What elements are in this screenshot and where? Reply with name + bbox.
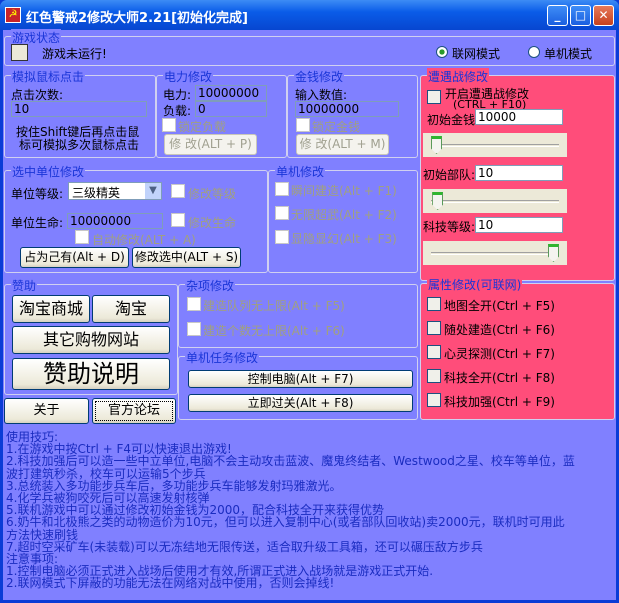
single-mod-checkbox[interactable] [275,182,289,196]
misc-checkbox[interactable] [187,322,201,336]
attribute-checkbox[interactable] [427,321,441,335]
status-text: 游戏未运行! [42,47,107,61]
group-title: 选中单位修改 [11,163,86,180]
window-title: 红色警戒2修改大师2.21[初始化完成] [26,11,249,26]
tech-level-input[interactable]: 10 [475,217,563,233]
group-title: 单机修改 [275,163,326,180]
initial-money-label: 初始金钱 [427,113,476,127]
about-button[interactable]: 关于 [4,398,89,424]
attribute-checkbox[interactable] [427,369,441,383]
enable-skirmish-checkbox[interactable] [427,90,441,104]
online-mode-radio[interactable] [436,46,448,58]
unit-hp-label: 单位生命: [11,216,64,230]
power-input[interactable]: 10000000 [195,85,267,101]
group-title: 遭遇战修改 [427,68,490,85]
single-mod-checkbox[interactable] [275,206,289,220]
taobao-button[interactable]: 淘宝 [92,295,170,323]
forum-button[interactable]: 官方论坛 [92,398,176,424]
single-mode-label: 单机模式 [544,47,593,61]
initial-units-label: 初始部队: [423,168,476,182]
title-bar[interactable]: ☭ 红色警戒2修改大师2.21[初始化完成] _ □ ✕ [0,0,619,30]
attribute-label: 随处建造(Ctrl + F6) [444,323,555,337]
tip-line: 方法快速刷钱 [6,527,79,542]
close-button[interactable]: ✕ [593,5,614,26]
group-title: 杂项修改 [185,277,236,294]
misc-label: 建造个数无上限(Alt + F6) [203,324,345,338]
group-title: 单机任务修改 [185,349,260,366]
attribute-label: 心灵探测(Ctrl + F7) [444,347,555,361]
lock-money-checkbox[interactable] [296,118,310,132]
slider-thumb[interactable] [432,192,444,210]
power-label: 电力: [163,88,192,102]
online-mode-label: 联网模式 [452,47,501,61]
auto-modify-label: 自动修改(ALT + A) [92,233,196,247]
tech-level-slider[interactable] [423,241,567,265]
lock-money-label: 锁定金钱 [312,120,361,134]
group-title: 电力修改 [163,68,214,85]
initial-money-input[interactable]: 10000 [475,109,563,125]
group-title: 模拟鼠标点击 [11,68,86,85]
unit-level-label: 单位等级: [11,187,64,201]
attribute-checkbox[interactable] [427,345,441,359]
group-title: 赞助 [11,277,38,294]
tip-line: 7.超时空采矿车(未装载)可以无冻结地无限传送，适合取升级工具箱，还可以碾压敌方… [6,539,483,554]
modify-power-button[interactable]: 修 改(ALT + P) [164,134,257,155]
sponsor-info-button[interactable]: 赞助说明 [12,358,170,390]
chevron-down-icon[interactable]: ▼ [145,183,161,199]
load-label: 负载: [163,104,192,118]
unit-level-value: 三级精英 [72,186,121,200]
group-title: 属性修改(可联网) [427,276,523,293]
modify-level-checkbox[interactable] [171,184,185,198]
modify-hp-label: 修改生命 [188,216,237,230]
lock-load-checkbox[interactable] [162,118,176,132]
modify-selected-button[interactable]: 修改选中(ALT + S) [132,247,241,268]
attribute-checkbox[interactable] [427,297,441,311]
modify-hp-checkbox[interactable] [171,213,185,227]
misc-label: 建造队列无上限(Alt + F5) [203,299,345,313]
initial-money-slider[interactable] [423,133,567,157]
attribute-label: 地图全开(Ctrl + F5) [444,299,555,313]
maximize-button[interactable]: □ [570,5,591,26]
initial-units-input[interactable]: 10 [475,165,563,181]
tip-line: 6.奶牛和北极熊之类的动物造价为10元，但可以进入复制中心(或者部队回收站)卖2… [6,515,565,530]
slider-thumb[interactable] [431,136,442,154]
tip-line: 2.科技加强后可以造一些中立单位,电脑不会主动攻击蓝波、魔鬼终结者、Westwo… [6,454,575,469]
slider-thumb[interactable] [548,244,559,262]
app-icon: ☭ [5,7,21,23]
single-mod-checkbox[interactable] [275,230,289,244]
single-mod-label: 瞬间建造(Alt + F1) [291,184,397,198]
tip-line: 2.联网模式下屏蔽的功能无法在网络对战中使用，否则会掉线! [6,576,335,591]
other-shops-button[interactable]: 其它购物网站 [12,326,170,354]
taobao-mall-button[interactable]: 淘宝商城 [12,295,90,323]
tip-line: 波打建筑秒杀，校车可以运输5个步兵 [6,466,206,481]
load-input[interactable]: 0 [195,101,267,117]
tips-text: 使用技巧: 1.在游戏中按Ctrl + F4可以快速退出游戏! 2.科技加强后可以造… [6,431,616,590]
attribute-label: 科技全开(Ctrl + F8) [444,371,555,385]
minimize-button[interactable]: _ [547,5,568,26]
group-title: 金钱修改 [294,68,345,85]
mouse-hint-line2: 标可模拟多次鼠标点击 [19,138,140,152]
attribute-checkbox[interactable] [427,393,441,407]
control-pc-button[interactable]: 控制电脑(Alt + F7) [188,370,413,388]
click-count-input[interactable]: 10 [11,101,147,117]
win-now-button[interactable]: 立即过关(Alt + F8) [188,394,413,412]
tech-level-label: 科技等级: [423,220,476,234]
single-mod-label: 显隐显幻(Alt + F3) [291,232,397,246]
unit-level-select[interactable]: 三级精英 ▼ [68,182,162,200]
lock-load-label: 锁定负载 [178,120,227,134]
auto-modify-checkbox[interactable] [75,230,89,244]
single-mode-radio[interactable] [528,46,540,58]
unit-hp-input[interactable]: 10000000 [67,213,163,229]
misc-checkbox[interactable] [187,297,201,311]
initial-units-slider[interactable] [423,189,567,213]
money-input[interactable]: 10000000 [295,101,399,117]
modify-level-label: 修改等级 [188,187,237,201]
single-mod-label: 无限超武(Alt + F2) [291,208,397,222]
attribute-label: 科技加强(Ctrl + F9) [444,395,555,409]
take-ownership-button[interactable]: 占为己有(Alt + D) [20,247,129,268]
modify-money-button[interactable]: 修 改(ALT + M) [296,134,389,155]
status-indicator [11,44,28,61]
